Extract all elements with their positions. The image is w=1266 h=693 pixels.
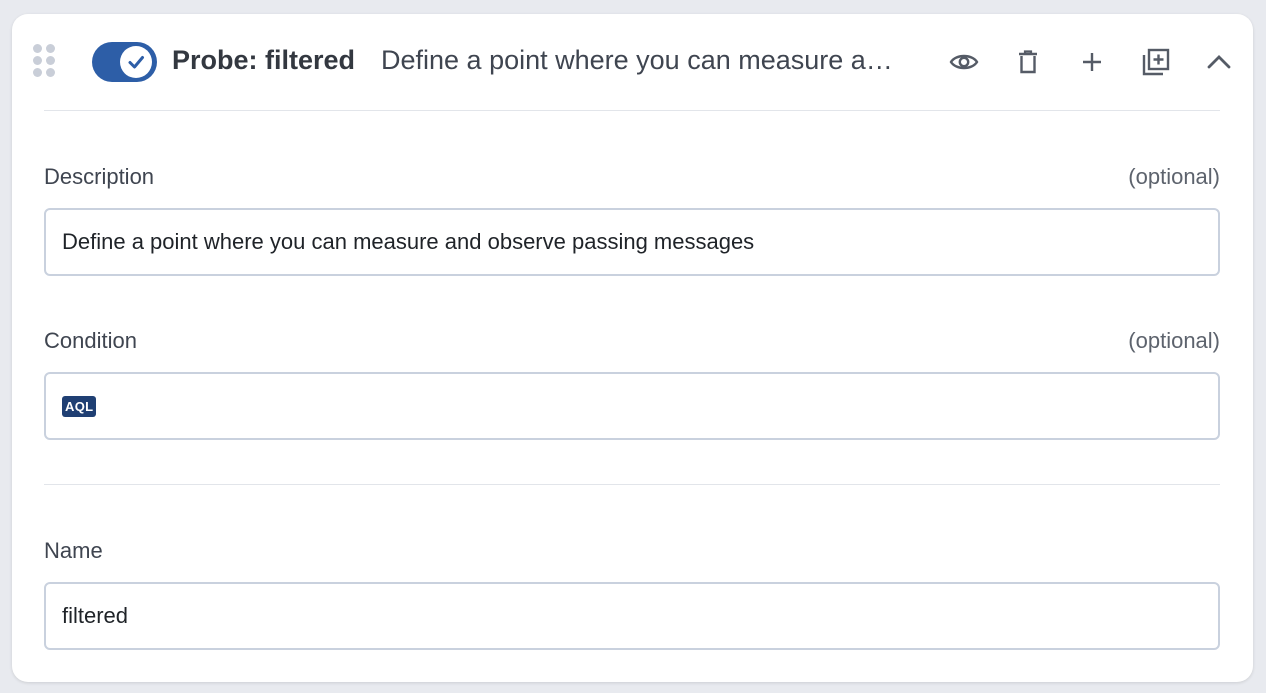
probe-description-preview: Define a point where you can measure a… <box>381 45 893 75</box>
chevron-up-icon[interactable] <box>1199 42 1239 82</box>
trash-icon[interactable] <box>1008 42 1048 82</box>
probe-title: Probe: filtered <box>172 45 356 75</box>
drag-handle-icon[interactable] <box>33 44 55 78</box>
description-value: Define a point where you can measure and… <box>62 229 755 254</box>
check-icon <box>120 46 152 78</box>
name-input[interactable]: filtered <box>44 582 1220 650</box>
condition-optional: (optional) <box>1128 328 1220 353</box>
aql-badge: AQL <box>62 395 97 417</box>
description-input[interactable]: Define a point where you can measure and… <box>44 208 1220 276</box>
description-label: Description <box>44 164 155 189</box>
description-optional: (optional) <box>1128 164 1220 189</box>
duplicate-icon[interactable] <box>1136 42 1176 82</box>
name-value: filtered <box>62 603 129 628</box>
plus-icon[interactable] <box>1072 42 1112 82</box>
section-divider <box>44 484 1220 485</box>
card-header: Probe: filtered Define a point where you… <box>12 14 1253 110</box>
condition-input[interactable]: AQL <box>44 372 1220 440</box>
name-label: Name <box>44 538 103 563</box>
condition-label: Condition <box>44 328 137 353</box>
enable-toggle[interactable] <box>92 42 157 82</box>
eye-icon[interactable] <box>944 42 984 82</box>
probe-card: Probe: filtered Define a point where you… <box>12 14 1253 682</box>
header-divider <box>44 110 1220 111</box>
